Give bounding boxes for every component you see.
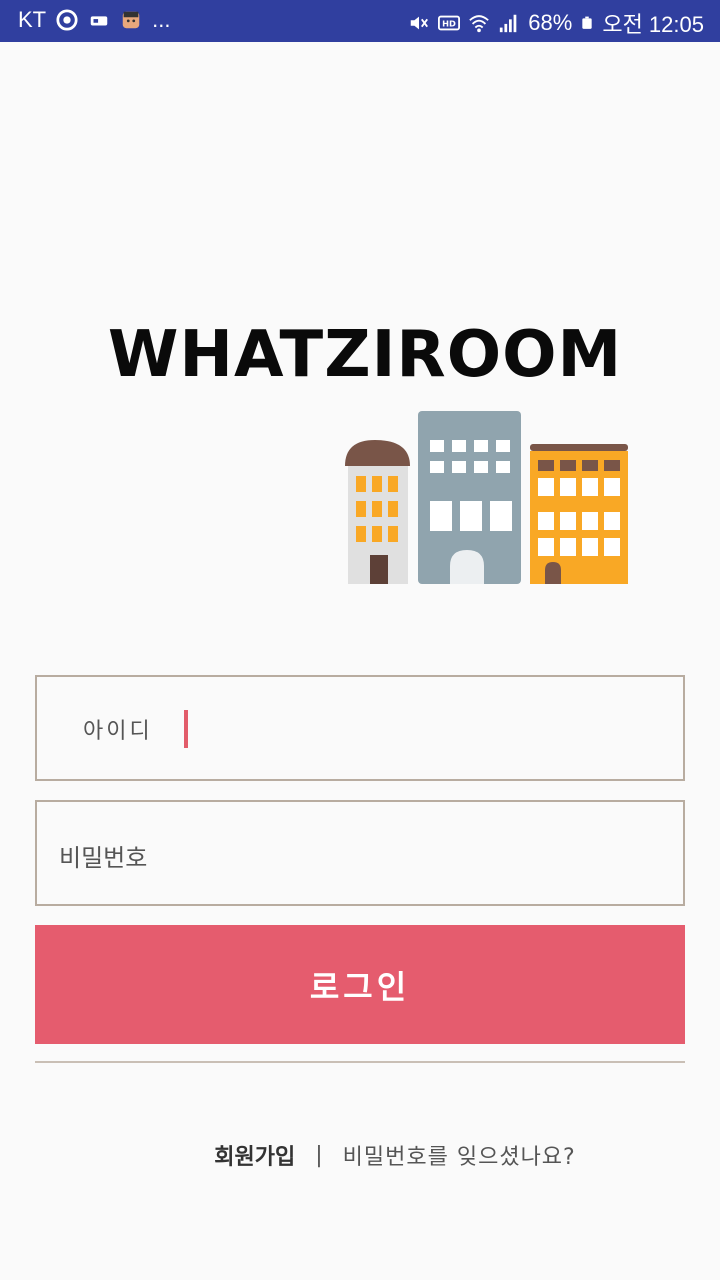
badge-icon — [90, 16, 108, 26]
tall-building — [418, 411, 521, 584]
login-button[interactable]: 로그인 — [35, 925, 685, 1044]
clock: 오전 12:05 — [602, 12, 704, 37]
carrier-label: KT — [18, 7, 47, 32]
battery-icon — [582, 16, 593, 29]
signal-icon — [500, 14, 517, 33]
id-label: 아이디 — [83, 719, 153, 744]
forgot-password-link[interactable]: 비밀번호를 잊으셨나요? — [343, 1139, 576, 1171]
target-icon — [56, 9, 78, 31]
small-building — [345, 440, 410, 584]
signup-link[interactable]: 회원가입 — [214, 1139, 295, 1171]
character-icon — [122, 11, 140, 29]
password-field[interactable]: 비밀번호 — [35, 800, 685, 906]
app-logo: WHATZIROOM — [90, 318, 640, 593]
password-placeholder: 비밀번호 — [59, 844, 148, 872]
divider — [35, 1061, 685, 1063]
text-cursor — [184, 710, 188, 748]
buildings-illustration — [345, 411, 628, 584]
mute-icon — [411, 16, 429, 30]
hd-icon: HD — [438, 15, 461, 31]
orange-building — [530, 444, 628, 584]
link-separator: | — [315, 1142, 323, 1168]
svg-text:HD: HD — [442, 19, 456, 29]
more-icon: ... — [152, 7, 171, 32]
wifi-icon — [469, 15, 490, 33]
id-field[interactable]: 아이디 — [35, 675, 685, 781]
status-bar: KT ... HD 68% 오전 12:05 — [0, 0, 720, 42]
footer-links: 회원가입 | 비밀번호를 잊으셨나요? — [0, 1138, 720, 1172]
battery-percent: 68% — [528, 10, 573, 35]
